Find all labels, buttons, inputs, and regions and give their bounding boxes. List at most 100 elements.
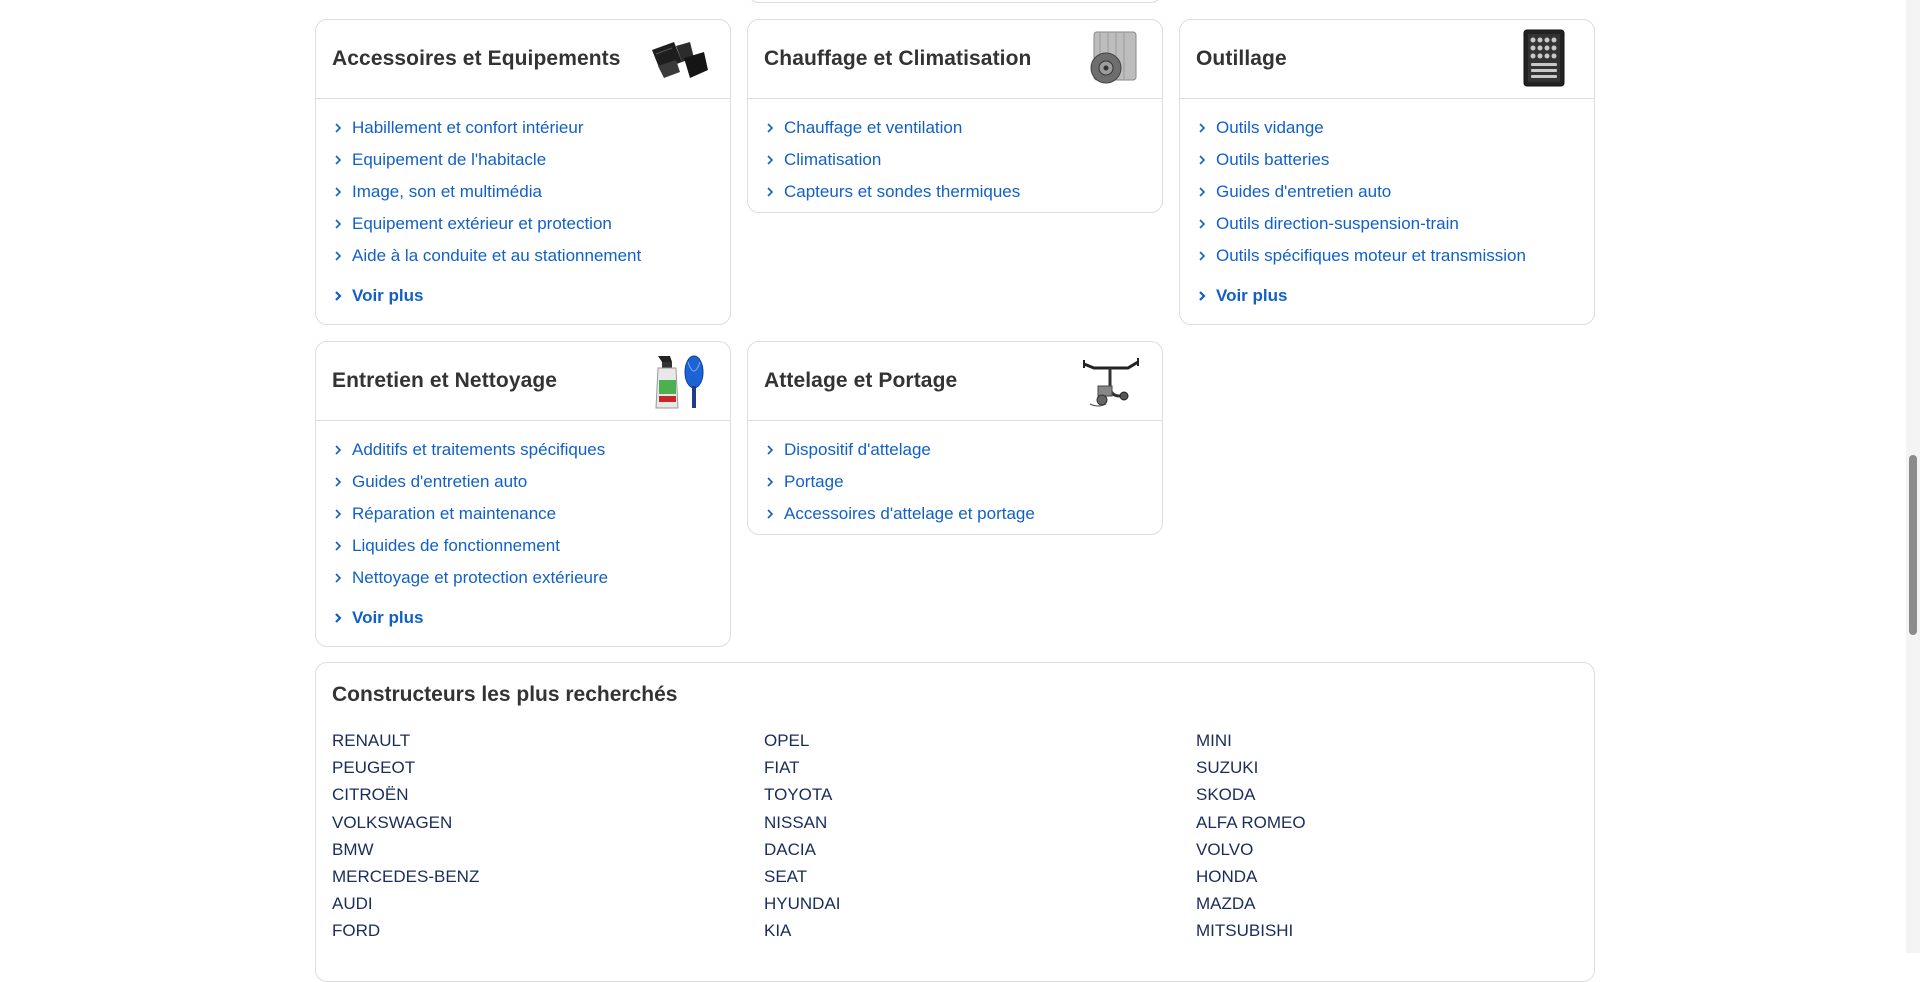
category-link[interactable]: Chauffage et ventilation <box>764 112 1162 144</box>
link-label: Image, son et multimédia <box>352 182 542 201</box>
car-floor-mats-icon[interactable] <box>648 28 710 90</box>
category-link[interactable]: Climatisation <box>764 144 1162 176</box>
link-label: Portage <box>784 472 844 491</box>
category-link[interactable]: Guides d'entretien auto <box>332 466 730 498</box>
category-links: Habillement et confort intérieur Equipem… <box>316 99 730 272</box>
category-link[interactable]: Habillement et confort intérieur <box>332 112 730 144</box>
category-link[interactable]: Outils vidange <box>1196 112 1594 144</box>
voir-plus-link[interactable]: Voir plus <box>332 286 730 306</box>
brand-link[interactable]: AUDI <box>332 890 479 917</box>
brand-link[interactable]: RENAULT <box>332 727 479 754</box>
category-link[interactable]: Equipement de l'habitacle <box>332 144 730 176</box>
brand-link[interactable]: KIA <box>764 917 841 944</box>
brand-link[interactable]: PEUGEOT <box>332 754 479 781</box>
popular-brands-section: Constructeurs les plus recherchés RENAUL… <box>315 662 1595 982</box>
ac-compressor-icon[interactable] <box>1080 28 1142 90</box>
brand-link[interactable]: MAZDA <box>1196 890 1306 917</box>
link-label: Habillement et confort intérieur <box>352 118 584 137</box>
chevron-right-icon <box>335 573 342 583</box>
category-link[interactable]: Guides d'entretien auto <box>1196 176 1594 208</box>
category-link[interactable]: Accessoires d'attelage et portage <box>764 498 1162 530</box>
category-link[interactable]: Nettoyage et protection extérieure <box>332 562 730 594</box>
voir-plus-link[interactable]: Voir plus <box>332 608 730 628</box>
link-label: Aide à la conduite et au stationnement <box>352 246 642 265</box>
link-label: Guides d'entretien auto <box>352 472 528 491</box>
voir-plus-label: Voir plus <box>1216 286 1288 305</box>
brand-link[interactable]: HONDA <box>1196 863 1306 890</box>
link-label: Climatisation <box>784 150 882 169</box>
link-label: Nettoyage et protection extérieure <box>352 568 609 587</box>
brand-link[interactable]: MITSUBISHI <box>1196 917 1306 944</box>
brand-link[interactable]: ALFA ROMEO <box>1196 809 1306 836</box>
brand-link[interactable]: VOLVO <box>1196 836 1306 863</box>
brand-link[interactable]: SUZUKI <box>1196 754 1306 781</box>
card-header: Accessoires et Equipements <box>316 20 730 99</box>
chevron-right-icon <box>335 445 342 455</box>
chevron-right-icon <box>335 477 342 487</box>
category-link[interactable]: Outils batteries <box>1196 144 1594 176</box>
chevron-right-icon <box>1199 291 1206 301</box>
link-label: Dispositif d'attelage <box>784 440 931 459</box>
brand-link[interactable]: FORD <box>332 917 479 944</box>
category-card-accessoires: Accessoires et Equipements Habillement e… <box>315 19 731 325</box>
brand-link[interactable]: FIAT <box>764 754 841 781</box>
card-header: Attelage et Portage <box>748 342 1162 421</box>
brand-link[interactable]: SKODA <box>1196 781 1306 808</box>
category-card-chauffage: Chauffage et Climatisation Chauffage et … <box>747 19 1163 213</box>
voir-plus-link[interactable]: Voir plus <box>1196 286 1594 306</box>
scrollbar-thumb[interactable] <box>1909 455 1917 635</box>
link-label: Accessoires d'attelage et portage <box>784 504 1035 523</box>
card-title[interactable]: Accessoires et Equipements <box>332 47 621 71</box>
card-title[interactable]: Attelage et Portage <box>764 369 957 393</box>
voir-plus-label: Voir plus <box>352 608 424 627</box>
chevron-right-icon <box>1199 123 1206 133</box>
link-label: Additifs et traitements spécifiques <box>352 440 606 459</box>
previous-card-edge <box>747 0 1163 3</box>
chevron-right-icon <box>767 509 774 519</box>
category-link[interactable]: Outils spécifiques moteur et transmissio… <box>1196 240 1594 272</box>
brand-link[interactable]: CITROËN <box>332 781 479 808</box>
card-header: Chauffage et Climatisation <box>748 20 1162 99</box>
category-link[interactable]: Capteurs et sondes thermiques <box>764 176 1162 208</box>
brand-link[interactable]: NISSAN <box>764 809 841 836</box>
category-link[interactable]: Outils direction-suspension-train <box>1196 208 1594 240</box>
category-link[interactable]: Equipement extérieur et protection <box>332 208 730 240</box>
card-title[interactable]: Entretien et Nettoyage <box>332 369 557 393</box>
brand-link[interactable]: OPEL <box>764 727 841 754</box>
chevron-right-icon <box>767 155 774 165</box>
cleaning-spray-icon[interactable] <box>648 350 710 412</box>
category-link[interactable]: Additifs et traitements spécifiques <box>332 434 730 466</box>
chevron-right-icon <box>335 187 342 197</box>
brand-link[interactable]: BMW <box>332 836 479 863</box>
category-link[interactable]: Dispositif d'attelage <box>764 434 1162 466</box>
chevron-right-icon <box>1199 251 1206 261</box>
link-label: Liquides de fonctionnement <box>352 536 560 555</box>
chevron-right-icon <box>1199 187 1206 197</box>
category-link[interactable]: Liquides de fonctionnement <box>332 530 730 562</box>
category-card-attelage: Attelage et Portage Dispositif d'attelag… <box>747 341 1163 535</box>
category-link[interactable]: Portage <box>764 466 1162 498</box>
brand-link[interactable]: SEAT <box>764 863 841 890</box>
brand-link[interactable]: VOLKSWAGEN <box>332 809 479 836</box>
chevron-right-icon <box>335 251 342 261</box>
brand-link[interactable]: DACIA <box>764 836 841 863</box>
tow-bar-icon[interactable] <box>1080 350 1142 412</box>
brand-link[interactable]: TOYOTA <box>764 781 841 808</box>
card-title[interactable]: Outillage <box>1196 47 1287 71</box>
chevron-right-icon <box>1199 219 1206 229</box>
brand-link[interactable]: MINI <box>1196 727 1306 754</box>
chevron-right-icon <box>767 477 774 487</box>
chevron-right-icon <box>767 445 774 455</box>
category-link[interactable]: Image, son et multimédia <box>332 176 730 208</box>
brand-link[interactable]: MERCEDES-BENZ <box>332 863 479 890</box>
link-label: Equipement de l'habitacle <box>352 150 547 169</box>
card-title[interactable]: Chauffage et Climatisation <box>764 47 1031 71</box>
toolbox-icon[interactable] <box>1512 28 1574 90</box>
category-links: Chauffage et ventilation Climatisation C… <box>748 99 1162 208</box>
category-link[interactable]: Aide à la conduite et au stationnement <box>332 240 730 272</box>
link-label: Equipement extérieur et protection <box>352 214 612 233</box>
link-label: Capteurs et sondes thermiques <box>784 182 1021 201</box>
page-scrollbar[interactable] <box>1906 0 1920 953</box>
brand-link[interactable]: HYUNDAI <box>764 890 841 917</box>
category-link[interactable]: Réparation et maintenance <box>332 498 730 530</box>
